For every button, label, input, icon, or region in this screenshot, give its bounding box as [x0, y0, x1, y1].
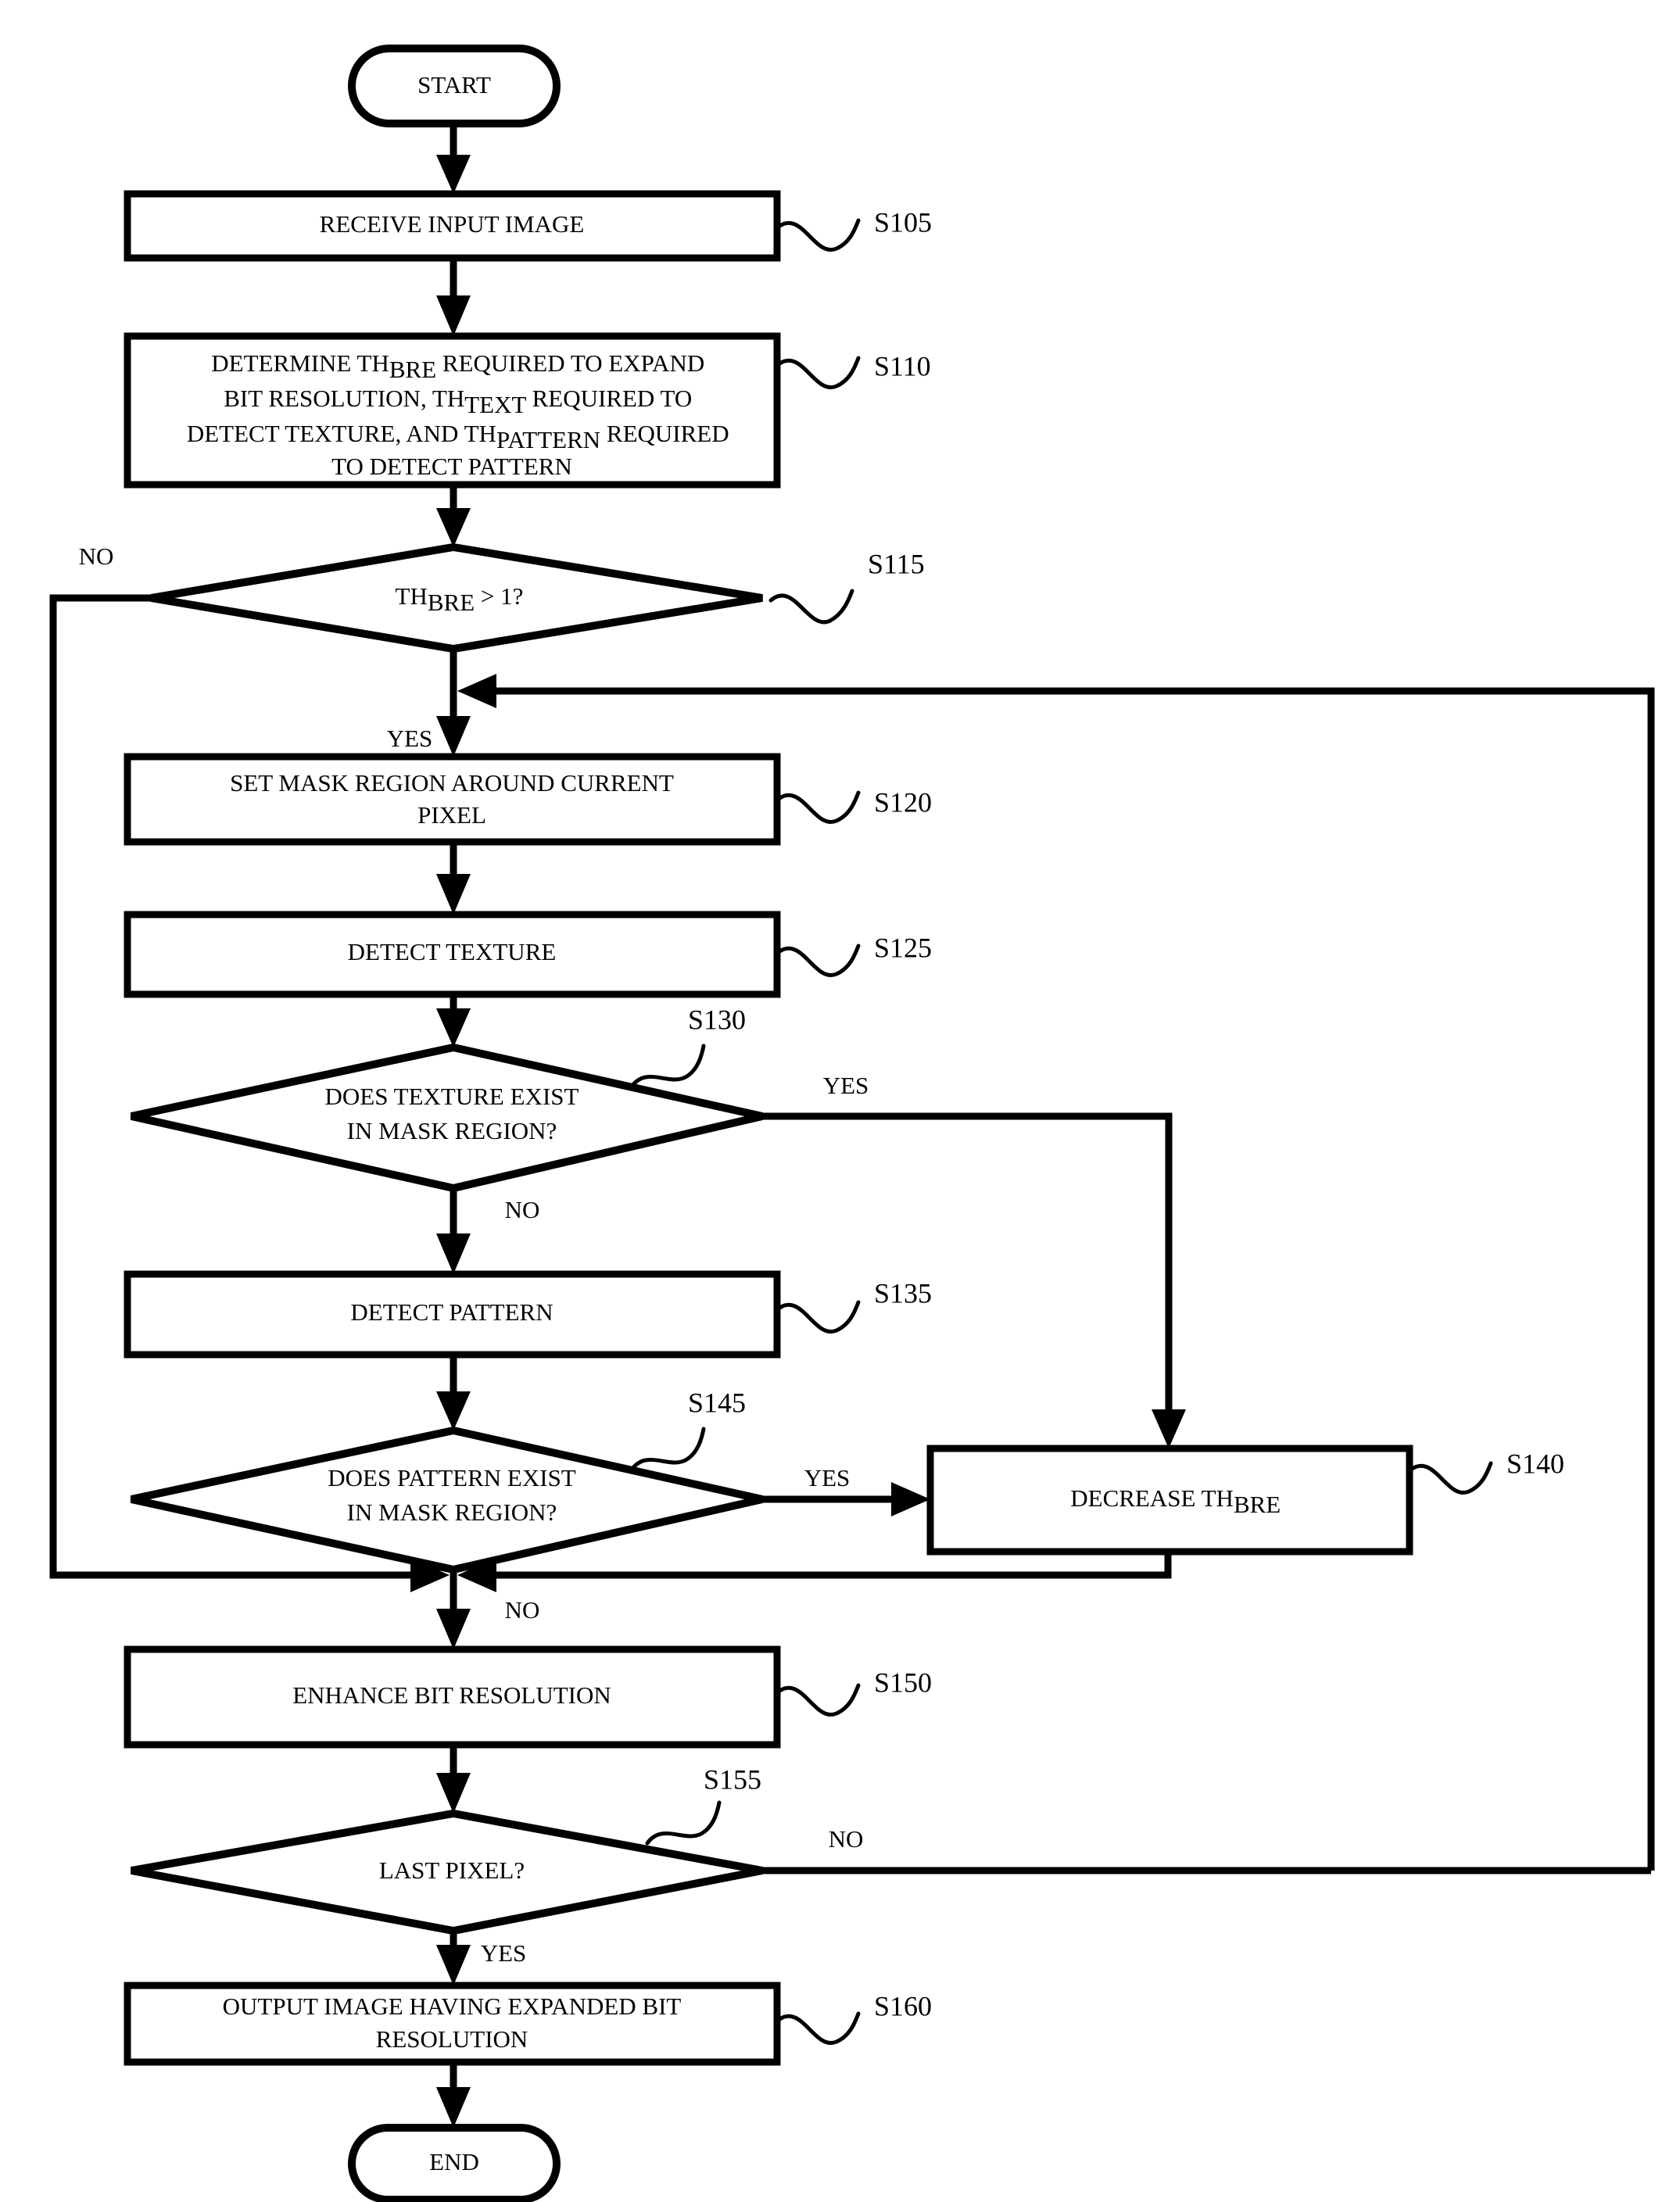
edge-s150-to-s155: [436, 1745, 471, 1814]
node-s160-output-image: OUTPUT IMAGE HAVING EXPANDED BIT RESOLUT…: [124, 1982, 932, 2066]
edge-s155-yes-to-s160: [436, 1931, 471, 1985]
s155-no-label: NO: [829, 1825, 864, 1853]
s130-yes-label: YES: [823, 1072, 869, 1099]
node-s150-enhance-bit-resolution: ENHANCE BIT RESOLUTION S150: [124, 1645, 932, 1749]
s145-no-label: NO: [505, 1596, 540, 1624]
node-s130-does-texture-exist: DOES TEXTURE EXIST IN MASK REGION? S130 …: [130, 1004, 869, 1223]
s130-no-label: NO: [505, 1196, 540, 1223]
s120-line1: SET MASK REGION AROUND CURRENT: [230, 769, 674, 797]
node-start: START: [348, 45, 561, 127]
node-s110-determine-thresholds: DETERMINE THBRE REQUIRED TO EXPAND BIT R…: [124, 332, 931, 489]
node-s105-receive-input-image: RECEIVE INPUT IMAGE S105: [124, 190, 932, 262]
edge-s110-to-s115: [436, 485, 471, 547]
s150-label: ENHANCE BIT RESOLUTION: [292, 1681, 611, 1709]
edge-s160-to-end: [436, 2062, 471, 2128]
s120-line2: PIXEL: [417, 801, 486, 829]
s130-step-label: S130: [688, 1004, 746, 1035]
s120-step-label: S120: [874, 786, 932, 818]
edge-s115-yes-to-s120: [436, 649, 471, 757]
node-end: END: [348, 2124, 561, 2202]
s155-yes-label: YES: [481, 1939, 527, 1967]
edge-s130-yes-to-s140: [762, 1112, 1186, 1448]
s160-step-label: S160: [874, 1990, 932, 2021]
node-s120-set-mask-region: SET MASK REGION AROUND CURRENT PIXEL S12…: [124, 753, 932, 846]
s115-no-label: NO: [79, 542, 114, 570]
s160-line1: OUTPUT IMAGE HAVING EXPANDED BIT: [223, 1993, 682, 2020]
node-s135-detect-pattern: DETECT PATTERN S135: [124, 1270, 932, 1359]
edge-s125-to-s130: [436, 994, 471, 1047]
s145-line1: DOES PATTERN EXIST: [328, 1464, 576, 1491]
s110-step-label: S110: [874, 350, 931, 381]
s125-step-label: S125: [874, 932, 932, 963]
flowchart-canvas: START RECEIVE INPUT IMAGE S105 DETERMINE…: [0, 0, 1680, 2202]
node-s155-last-pixel: LAST PIXEL? S155 NO YES: [131, 1763, 863, 1967]
edge-s140-to-merge: [457, 1552, 1172, 1592]
s105-step-label: S105: [874, 206, 932, 238]
edge-s145-no-to-s150: [436, 1570, 471, 1649]
s110-line4: TO DETECT PATTERN: [331, 453, 572, 480]
node-s140-decrease-th-bre: DECREASE THBRE S140: [926, 1445, 1564, 1556]
s130-line2: IN MASK REGION?: [347, 1117, 557, 1144]
s105-label: RECEIVE INPUT IMAGE: [320, 210, 585, 238]
s135-step-label: S135: [874, 1277, 932, 1309]
s135-label: DETECT PATTERN: [350, 1298, 553, 1326]
edge-s130-no-to-s135: [436, 1188, 471, 1274]
node-s125-detect-texture: DETECT TEXTURE S125: [124, 911, 932, 998]
s130-line1: DOES TEXTURE EXIST: [325, 1083, 579, 1110]
s145-yes-label: YES: [804, 1464, 851, 1491]
s155-label: LAST PIXEL?: [379, 1856, 525, 1884]
edge-s120-to-s125: [436, 842, 471, 915]
node-s115-th-bre-gt-1: THBRE > 1? S115 NO YES: [79, 542, 925, 752]
edge-s135-to-s145: [436, 1355, 471, 1430]
start-label: START: [417, 71, 491, 98]
edge-s105-to-s110: [436, 258, 471, 336]
s125-label: DETECT TEXTURE: [348, 938, 557, 965]
s115-yes-label: YES: [387, 725, 433, 752]
s150-step-label: S150: [874, 1667, 932, 1698]
s145-line2: IN MASK REGION?: [347, 1498, 557, 1526]
s155-step-label: S155: [704, 1763, 761, 1795]
end-label: END: [429, 2148, 479, 2175]
s145-step-label: S145: [688, 1387, 746, 1418]
flowchart-svg: START RECEIVE INPUT IMAGE S105 DETERMINE…: [49, 45, 1655, 2202]
edge-start-to-s105: [436, 124, 471, 194]
s160-line2: RESOLUTION: [376, 2025, 528, 2053]
s140-step-label: S140: [1506, 1448, 1564, 1479]
s115-step-label: S115: [868, 548, 925, 579]
